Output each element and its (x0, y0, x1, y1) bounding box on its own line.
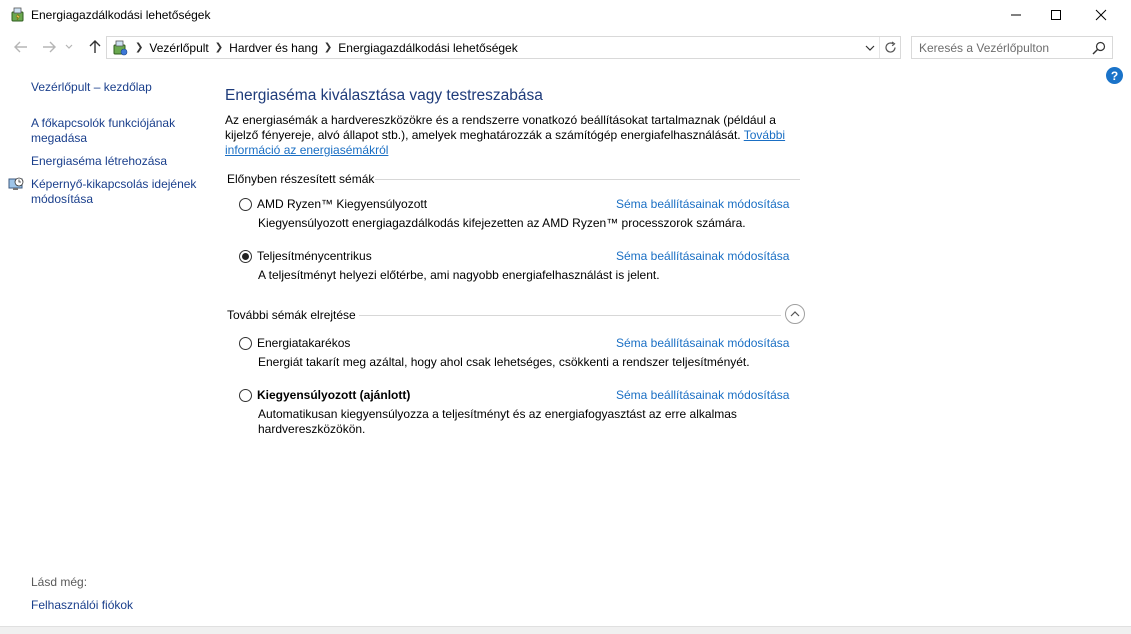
plan-radio[interactable] (239, 337, 252, 350)
sidebar: Vezérlőpult – kezdőlap A főkapcsolók fun… (0, 66, 210, 626)
arrow-up-icon (89, 40, 101, 53)
collapse-button[interactable] (785, 304, 805, 324)
window-bottom-edge (0, 626, 1131, 634)
breadcrumb-separator-icon[interactable]: ❯ (215, 42, 223, 53)
breadcrumb-item[interactable]: Vezérlőpult (149, 41, 208, 55)
plan-name[interactable]: AMD Ryzen™ Kiegyensúlyozott (257, 197, 427, 211)
refresh-icon (884, 41, 896, 53)
search-input[interactable] (919, 40, 1089, 56)
recent-locations-button[interactable] (62, 37, 76, 57)
group-divider (359, 315, 781, 316)
change-plan-settings-link[interactable]: Séma beállításainak módosítása (616, 249, 789, 263)
sidebar-item-user-accounts[interactable]: Felhasználói fiókok (31, 598, 206, 613)
chevron-down-icon (865, 45, 875, 51)
navigation-bar: ❯ Vezérlőpult ❯ Hardver és hang ❯ Energi… (0, 33, 1131, 61)
arrow-left-icon (14, 41, 27, 53)
intro-text: Az energiasémák a hardvereszközökre és a… (225, 113, 776, 142)
back-button[interactable] (10, 37, 32, 57)
refresh-button[interactable] (879, 37, 900, 58)
up-button[interactable] (84, 37, 106, 57)
maximize-button[interactable] (1033, 0, 1079, 30)
plan-name[interactable]: Energiatakarékos (257, 336, 350, 350)
plan-radio[interactable] (239, 389, 252, 402)
arrow-right-icon (43, 41, 56, 53)
hide-additional-plans-header[interactable]: További sémák elrejtése (227, 308, 356, 322)
plan-power-saver[interactable]: Energiatakarékos Séma beállításainak mód… (239, 335, 789, 375)
breadcrumb-separator-icon[interactable]: ❯ (324, 42, 332, 53)
title-bar: Energiagazdálkodási lehetőségek (0, 0, 1131, 30)
plan-high-performance[interactable]: Teljesítménycentrikus Séma beállításaina… (239, 248, 789, 288)
address-dropdown-button[interactable] (862, 39, 878, 57)
close-button[interactable] (1078, 0, 1124, 30)
group-divider (375, 179, 800, 180)
forward-button[interactable] (38, 37, 60, 57)
close-icon (1095, 9, 1107, 21)
breadcrumb-item[interactable]: Hardver és hang (229, 41, 318, 55)
help-icon[interactable]: ? (1106, 67, 1123, 84)
plan-description: Energiát takarít meg azáltal, hogy ahol … (258, 355, 750, 369)
chevron-up-icon (790, 311, 800, 317)
plan-name[interactable]: Teljesítménycentrikus (257, 249, 372, 263)
window-title: Energiagazdálkodási lehetőségek (31, 8, 211, 22)
chevron-down-icon (65, 44, 73, 49)
plan-description: A teljesítményt helyezi előtérbe, ami na… (258, 268, 660, 282)
maximize-icon (1051, 10, 1061, 20)
power-options-icon (11, 7, 24, 22)
sidebar-item-display-off[interactable]: Képernyő-kikapcsolás idejének módosítása (31, 177, 206, 207)
plan-radio[interactable] (239, 198, 252, 211)
change-plan-settings-link[interactable]: Séma beállításainak módosítása (616, 197, 789, 211)
clock-monitor-icon (8, 177, 24, 190)
plan-amd-balanced[interactable]: AMD Ryzen™ Kiegyensúlyozott Séma beállít… (239, 196, 789, 236)
plan-radio-selected[interactable] (239, 250, 252, 263)
intro-paragraph: Az energiasémák a hardvereszközökre és a… (225, 113, 805, 158)
change-plan-settings-link[interactable]: Séma beállításainak módosítása (616, 336, 789, 350)
plan-description: Automatikusan kiegyensúlyozza a teljesít… (258, 407, 737, 436)
plan-name[interactable]: Kiegyensúlyozott (ajánlott) (257, 388, 410, 402)
search-icon[interactable] (1091, 40, 1107, 56)
change-plan-settings-link[interactable]: Séma beállításainak módosítása (616, 388, 789, 402)
search-box[interactable] (911, 36, 1113, 59)
minimize-icon (1011, 14, 1021, 16)
address-bar[interactable]: ❯ Vezérlőpult ❯ Hardver és hang ❯ Energi… (106, 36, 901, 59)
breadcrumb-item[interactable]: Energiagazdálkodási lehetőségek (338, 41, 517, 55)
sidebar-item-create-plan[interactable]: Energiaséma létrehozása (31, 154, 206, 169)
breadcrumb-separator-icon[interactable]: ❯ (135, 42, 143, 53)
control-panel-icon (113, 40, 128, 55)
plan-description: Kiegyensúlyozott energiagazdálkodás kife… (258, 216, 746, 230)
sidebar-item-power-buttons[interactable]: A főkapcsolók funkciójának megadása (31, 116, 206, 146)
sidebar-item-control-panel-home[interactable]: Vezérlőpult – kezdőlap (31, 80, 206, 95)
plan-balanced-recommended[interactable]: Kiegyensúlyozott (ajánlott) Séma beállít… (239, 387, 789, 443)
preferred-plans-header: Előnyben részesített sémák (227, 172, 375, 186)
page-title: Energiaséma kiválasztása vagy testreszab… (225, 87, 543, 104)
see-also-label: Lásd még: (31, 575, 88, 589)
